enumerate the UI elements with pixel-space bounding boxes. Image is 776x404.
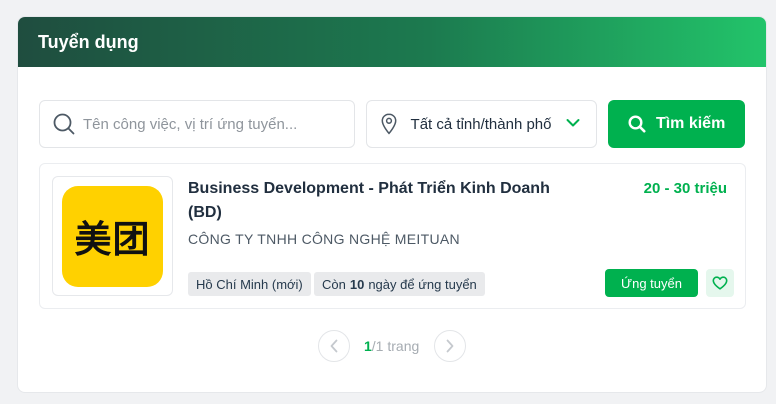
location-value: Tất cả tỉnh/thành phố xyxy=(410,115,552,133)
page-indicator: 1/1 trang xyxy=(364,338,419,354)
location-tag: Hồ Chí Minh (mới) xyxy=(188,272,311,296)
keyword-search-box[interactable] xyxy=(39,100,355,148)
location-select[interactable]: Tất cả tỉnh/thành phố xyxy=(365,100,598,148)
apply-button[interactable]: Ứng tuyển xyxy=(605,269,698,297)
company-logo-frame[interactable]: 美团 xyxy=(52,176,173,296)
search-icon xyxy=(53,113,75,135)
salary: 20 - 30 triệu xyxy=(643,180,727,197)
search-bar: Tất cả tỉnh/thành phố Tìm kiếm xyxy=(39,100,746,148)
chevron-left-icon xyxy=(330,339,338,353)
keyword-search-input[interactable] xyxy=(83,115,343,133)
search-button-label: Tìm kiếm xyxy=(655,115,726,132)
apply-button-label: Ứng tuyển xyxy=(621,275,682,291)
total-pages: /1 trang xyxy=(371,338,420,354)
location-pin-icon xyxy=(381,113,396,135)
card-header: Tuyển dụng xyxy=(18,17,766,67)
pagination: 1/1 trang xyxy=(18,330,766,364)
save-job-button[interactable] xyxy=(706,269,734,297)
deadline-tag: Còn 10 ngày để ứng tuyển xyxy=(314,272,485,296)
location-tag-label: Hồ Chí Minh (mới) xyxy=(196,276,303,292)
logo-text: 美团 xyxy=(74,218,151,261)
current-page: 1 xyxy=(364,338,372,354)
recruitment-card: Tuyển dụng Tất cả tỉnh/thành phố xyxy=(17,16,767,393)
prev-page-button[interactable] xyxy=(318,330,350,362)
search-icon xyxy=(628,115,646,133)
search-button[interactable]: Tìm kiếm xyxy=(608,100,746,148)
job-title[interactable]: Business Development - Phát Triển Kinh D… xyxy=(188,177,568,225)
deadline-days: 10 xyxy=(349,276,365,292)
page-title: Tuyển dụng xyxy=(38,31,139,52)
heart-icon xyxy=(712,276,728,290)
deadline-prefix: Còn xyxy=(322,276,346,292)
company-logo: 美团 xyxy=(62,185,163,287)
company-name[interactable]: CÔNG TY TNHH CÔNG NGHỆ MEITUAN xyxy=(188,231,460,247)
job-listing[interactable]: 美团 Business Development - Phát Triển Kin… xyxy=(39,163,746,309)
chevron-down-icon xyxy=(566,119,580,127)
deadline-suffix: ngày để ứng tuyển xyxy=(368,276,477,292)
next-page-button[interactable] xyxy=(434,330,466,362)
chevron-right-icon xyxy=(446,339,454,353)
